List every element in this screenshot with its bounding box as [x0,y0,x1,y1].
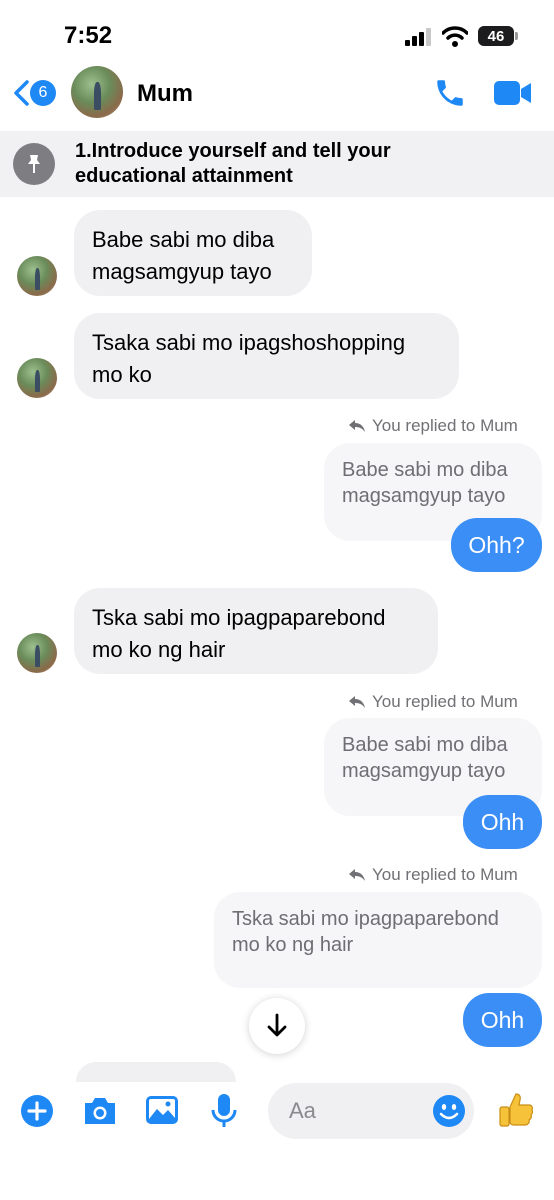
sender-avatar[interactable] [17,633,57,673]
signal-icon [405,28,433,46]
outgoing-message[interactable]: Ohh? [451,518,542,572]
reply-indicator: You replied to Mum [348,416,518,436]
plus-icon [21,1095,53,1127]
video-call-button[interactable] [493,78,533,108]
outgoing-message[interactable]: Ohh [463,993,542,1047]
reply-indicator: You replied to Mum [348,692,518,712]
sender-avatar[interactable] [17,256,57,296]
image-icon [146,1096,178,1124]
camera-icon [85,1098,115,1124]
phone-icon [437,80,463,106]
pinned-message-text: 1.Introduce yourself and tell your educa… [75,140,391,187]
contact-avatar[interactable] [71,66,123,118]
gallery-button[interactable] [145,1094,179,1126]
quoted-message[interactable]: Tska sabi mo ipagpaparebond mo ko ng hai… [214,892,542,988]
reply-arrow-icon [349,420,365,432]
sender-avatar[interactable] [17,358,57,398]
phone-call-button[interactable] [433,76,467,110]
pin-icon [28,155,40,173]
emoji-button[interactable] [432,1094,466,1128]
contact-name[interactable]: Mum [137,80,193,108]
wifi-icon [441,25,469,47]
incoming-message-partial [76,1062,236,1082]
pin-badge [13,143,55,185]
status-time: 7:52 [64,22,113,49]
thumbs-up-icon [499,1093,534,1127]
reply-label-text: You replied to Mum [372,416,518,435]
scroll-to-bottom-button[interactable] [249,998,305,1054]
reply-indicator: You replied to Mum [348,865,518,885]
microphone-icon [211,1094,237,1127]
battery-indicator: 46 [478,26,514,46]
incoming-message[interactable]: Tsaka sabi mo ipagshoshopping mo ko [74,313,459,399]
chevron-left-icon [14,80,29,106]
incoming-message[interactable]: Babe sabi mo diba magsamgyup tayo [74,210,312,296]
incoming-message[interactable]: Tska sabi mo ipagpaparebond mo ko ng hai… [74,588,438,674]
unread-count-badge[interactable]: 6 [30,80,56,106]
voice-message-button[interactable] [210,1092,238,1130]
smiley-icon [433,1095,465,1127]
battery-tip [515,32,518,40]
reply-arrow-icon [349,869,365,881]
message-input-placeholder: Aa [289,1098,316,1123]
add-button[interactable] [20,1094,54,1128]
camera-button[interactable] [82,1094,118,1128]
reply-label-text: You replied to Mum [372,692,518,711]
arrow-down-icon [267,1013,287,1037]
outgoing-message[interactable]: Ohh [463,795,542,849]
reply-label-text: You replied to Mum [372,865,518,884]
video-camera-icon [494,81,531,105]
reply-arrow-icon [349,696,365,708]
like-button[interactable] [496,1090,536,1130]
